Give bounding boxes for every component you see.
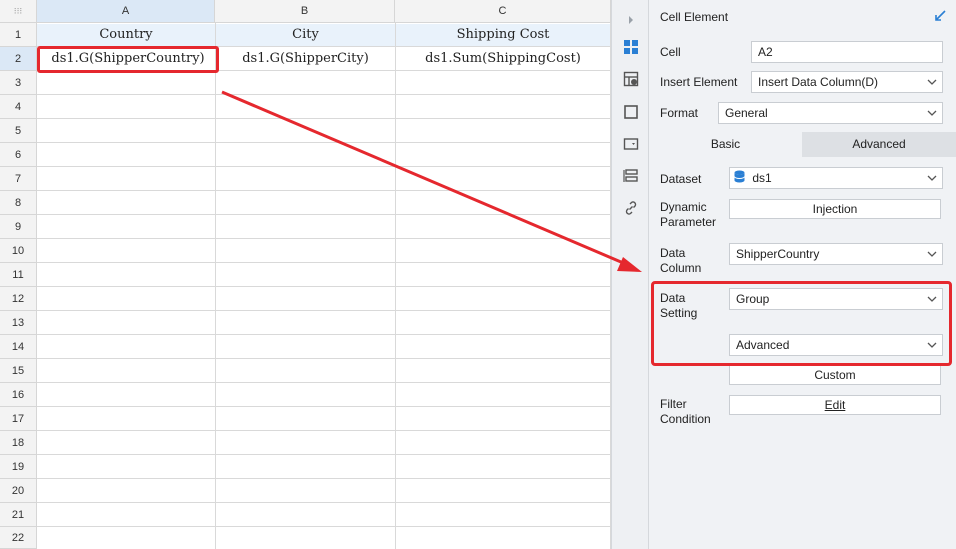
row-header-1[interactable]: 1 xyxy=(0,23,37,47)
hyperlink-icon[interactable] xyxy=(621,198,641,218)
grid-row xyxy=(37,479,611,503)
cell-field[interactable]: A2 xyxy=(751,41,943,63)
column-header-a[interactable]: A xyxy=(37,0,215,23)
row-header-11[interactable]: 11 xyxy=(0,263,37,287)
row-header-10[interactable]: 10 xyxy=(0,239,37,263)
cell-element-panel: Cell Element Cell A2 Insert Element Inse… xyxy=(649,0,956,549)
row-header-21[interactable]: 21 xyxy=(0,503,37,527)
grid-row xyxy=(37,143,611,167)
panel-title: Cell Element xyxy=(660,10,729,24)
row-header-9[interactable]: 9 xyxy=(0,215,37,239)
edit-filter-button[interactable]: Edit xyxy=(729,395,941,415)
grid-row xyxy=(37,167,611,191)
spreadsheet-grid: ⁝⁝⁝ A B C 1 2 3 4 5 6 7 8 9 10 11 12 13 … xyxy=(0,0,611,549)
collapse-panel-icon[interactable] xyxy=(934,10,946,25)
grid-row xyxy=(37,335,611,359)
expand-icon[interactable] xyxy=(621,10,641,30)
grid-row xyxy=(37,287,611,311)
row-header-18[interactable]: 18 xyxy=(0,431,37,455)
format-dropdown[interactable]: General xyxy=(718,102,943,124)
insert-element-label: Insert Element xyxy=(660,75,738,89)
row-header-2[interactable]: 2 xyxy=(0,47,37,71)
insert-element-dropdown[interactable]: Insert Data Column(D) xyxy=(751,71,943,93)
grid-row xyxy=(37,263,611,287)
widget-icon[interactable] xyxy=(621,134,641,154)
cell-c2[interactable]: ds1.Sum(ShippingCost) xyxy=(396,48,610,70)
row-header-5[interactable]: 5 xyxy=(0,119,37,143)
tab-basic[interactable]: Basic xyxy=(649,132,802,157)
row-header-3[interactable]: 3 xyxy=(0,71,37,95)
cell-b2[interactable]: ds1.G(ShipperCity) xyxy=(216,48,395,70)
grid-row xyxy=(37,239,611,263)
column-header-b[interactable]: B xyxy=(215,0,395,23)
grid-row xyxy=(37,359,611,383)
grid-row xyxy=(37,215,611,239)
chevron-down-icon xyxy=(922,244,942,264)
row-header-7[interactable]: 7 xyxy=(0,167,37,191)
data-column-dropdown[interactable]: ShipperCountry xyxy=(729,243,943,265)
data-column-label: Data Column xyxy=(660,246,701,276)
row-header-16[interactable]: 16 xyxy=(0,383,37,407)
format-label: Format xyxy=(660,106,699,120)
database-icon xyxy=(734,169,745,188)
grid-row xyxy=(37,383,611,407)
row-header-19[interactable]: 19 xyxy=(0,455,37,479)
tab-advanced[interactable]: Advanced xyxy=(802,132,956,157)
row-header-6[interactable]: 6 xyxy=(0,143,37,167)
custom-button[interactable]: Custom xyxy=(729,365,941,385)
cell-b1[interactable]: City xyxy=(216,24,395,46)
grid-column-divider xyxy=(215,23,216,549)
cell-element-icon[interactable] xyxy=(621,37,641,57)
row-header-22[interactable]: 22 xyxy=(0,527,37,549)
dataset-value: ds1 xyxy=(752,171,772,185)
data-setting-highlight xyxy=(651,281,952,366)
cell-a1[interactable]: Country xyxy=(37,24,215,46)
row-header-15[interactable]: 15 xyxy=(0,359,37,383)
dynamic-parameter-label: Dynamic Parameter xyxy=(660,200,716,230)
side-toolbar xyxy=(611,0,649,549)
format-value: General xyxy=(725,106,768,120)
row-header-12[interactable]: 12 xyxy=(0,287,37,311)
border-icon[interactable] xyxy=(621,102,641,122)
grid-row xyxy=(37,455,611,479)
grid-row xyxy=(37,191,611,215)
grid-row xyxy=(37,431,611,455)
grid-row xyxy=(37,407,611,431)
row-header-20[interactable]: 20 xyxy=(0,479,37,503)
filter-condition-label-line2: Condition xyxy=(660,412,711,426)
row-header-17[interactable]: 17 xyxy=(0,407,37,431)
data-column-label-line1: Data xyxy=(660,246,686,260)
insert-element-value: Insert Data Column(D) xyxy=(758,75,879,89)
report-block-icon[interactable] xyxy=(621,166,641,186)
grid-row xyxy=(37,95,611,119)
row-header-14[interactable]: 14 xyxy=(0,335,37,359)
selected-cell-highlight xyxy=(37,46,219,73)
grid-row xyxy=(37,71,611,95)
cell-c1[interactable]: Shipping Cost xyxy=(396,24,610,46)
chevron-down-icon xyxy=(922,72,942,92)
dynamic-parameter-label-line2: Parameter xyxy=(660,215,717,229)
grid-row xyxy=(37,311,611,335)
dataset-dropdown[interactable]: ds1 xyxy=(729,167,943,189)
dataset-label: Dataset xyxy=(660,172,702,186)
grid-column-divider xyxy=(395,23,396,549)
data-column-label-line2: Column xyxy=(660,261,702,275)
row-header-4[interactable]: 4 xyxy=(0,95,37,119)
dynamic-parameter-label-line1: Dynamic xyxy=(660,200,707,214)
filter-condition-label: Filter Condition xyxy=(660,397,711,427)
cell-attribute-icon[interactable] xyxy=(621,69,641,89)
chevron-down-icon xyxy=(922,168,942,188)
filter-condition-label-line1: Filter xyxy=(660,397,687,411)
data-column-value: ShipperCountry xyxy=(736,247,820,261)
chevron-down-icon xyxy=(922,103,942,123)
row-header-8[interactable]: 8 xyxy=(0,191,37,215)
row-header-13[interactable]: 13 xyxy=(0,311,37,335)
injection-button[interactable]: Injection xyxy=(729,199,941,219)
cell-label: Cell xyxy=(660,45,681,59)
column-header-c[interactable]: C xyxy=(395,0,611,23)
select-all-corner[interactable]: ⁝⁝⁝ xyxy=(0,0,37,23)
grid-row xyxy=(37,503,611,527)
grid-row xyxy=(37,119,611,143)
